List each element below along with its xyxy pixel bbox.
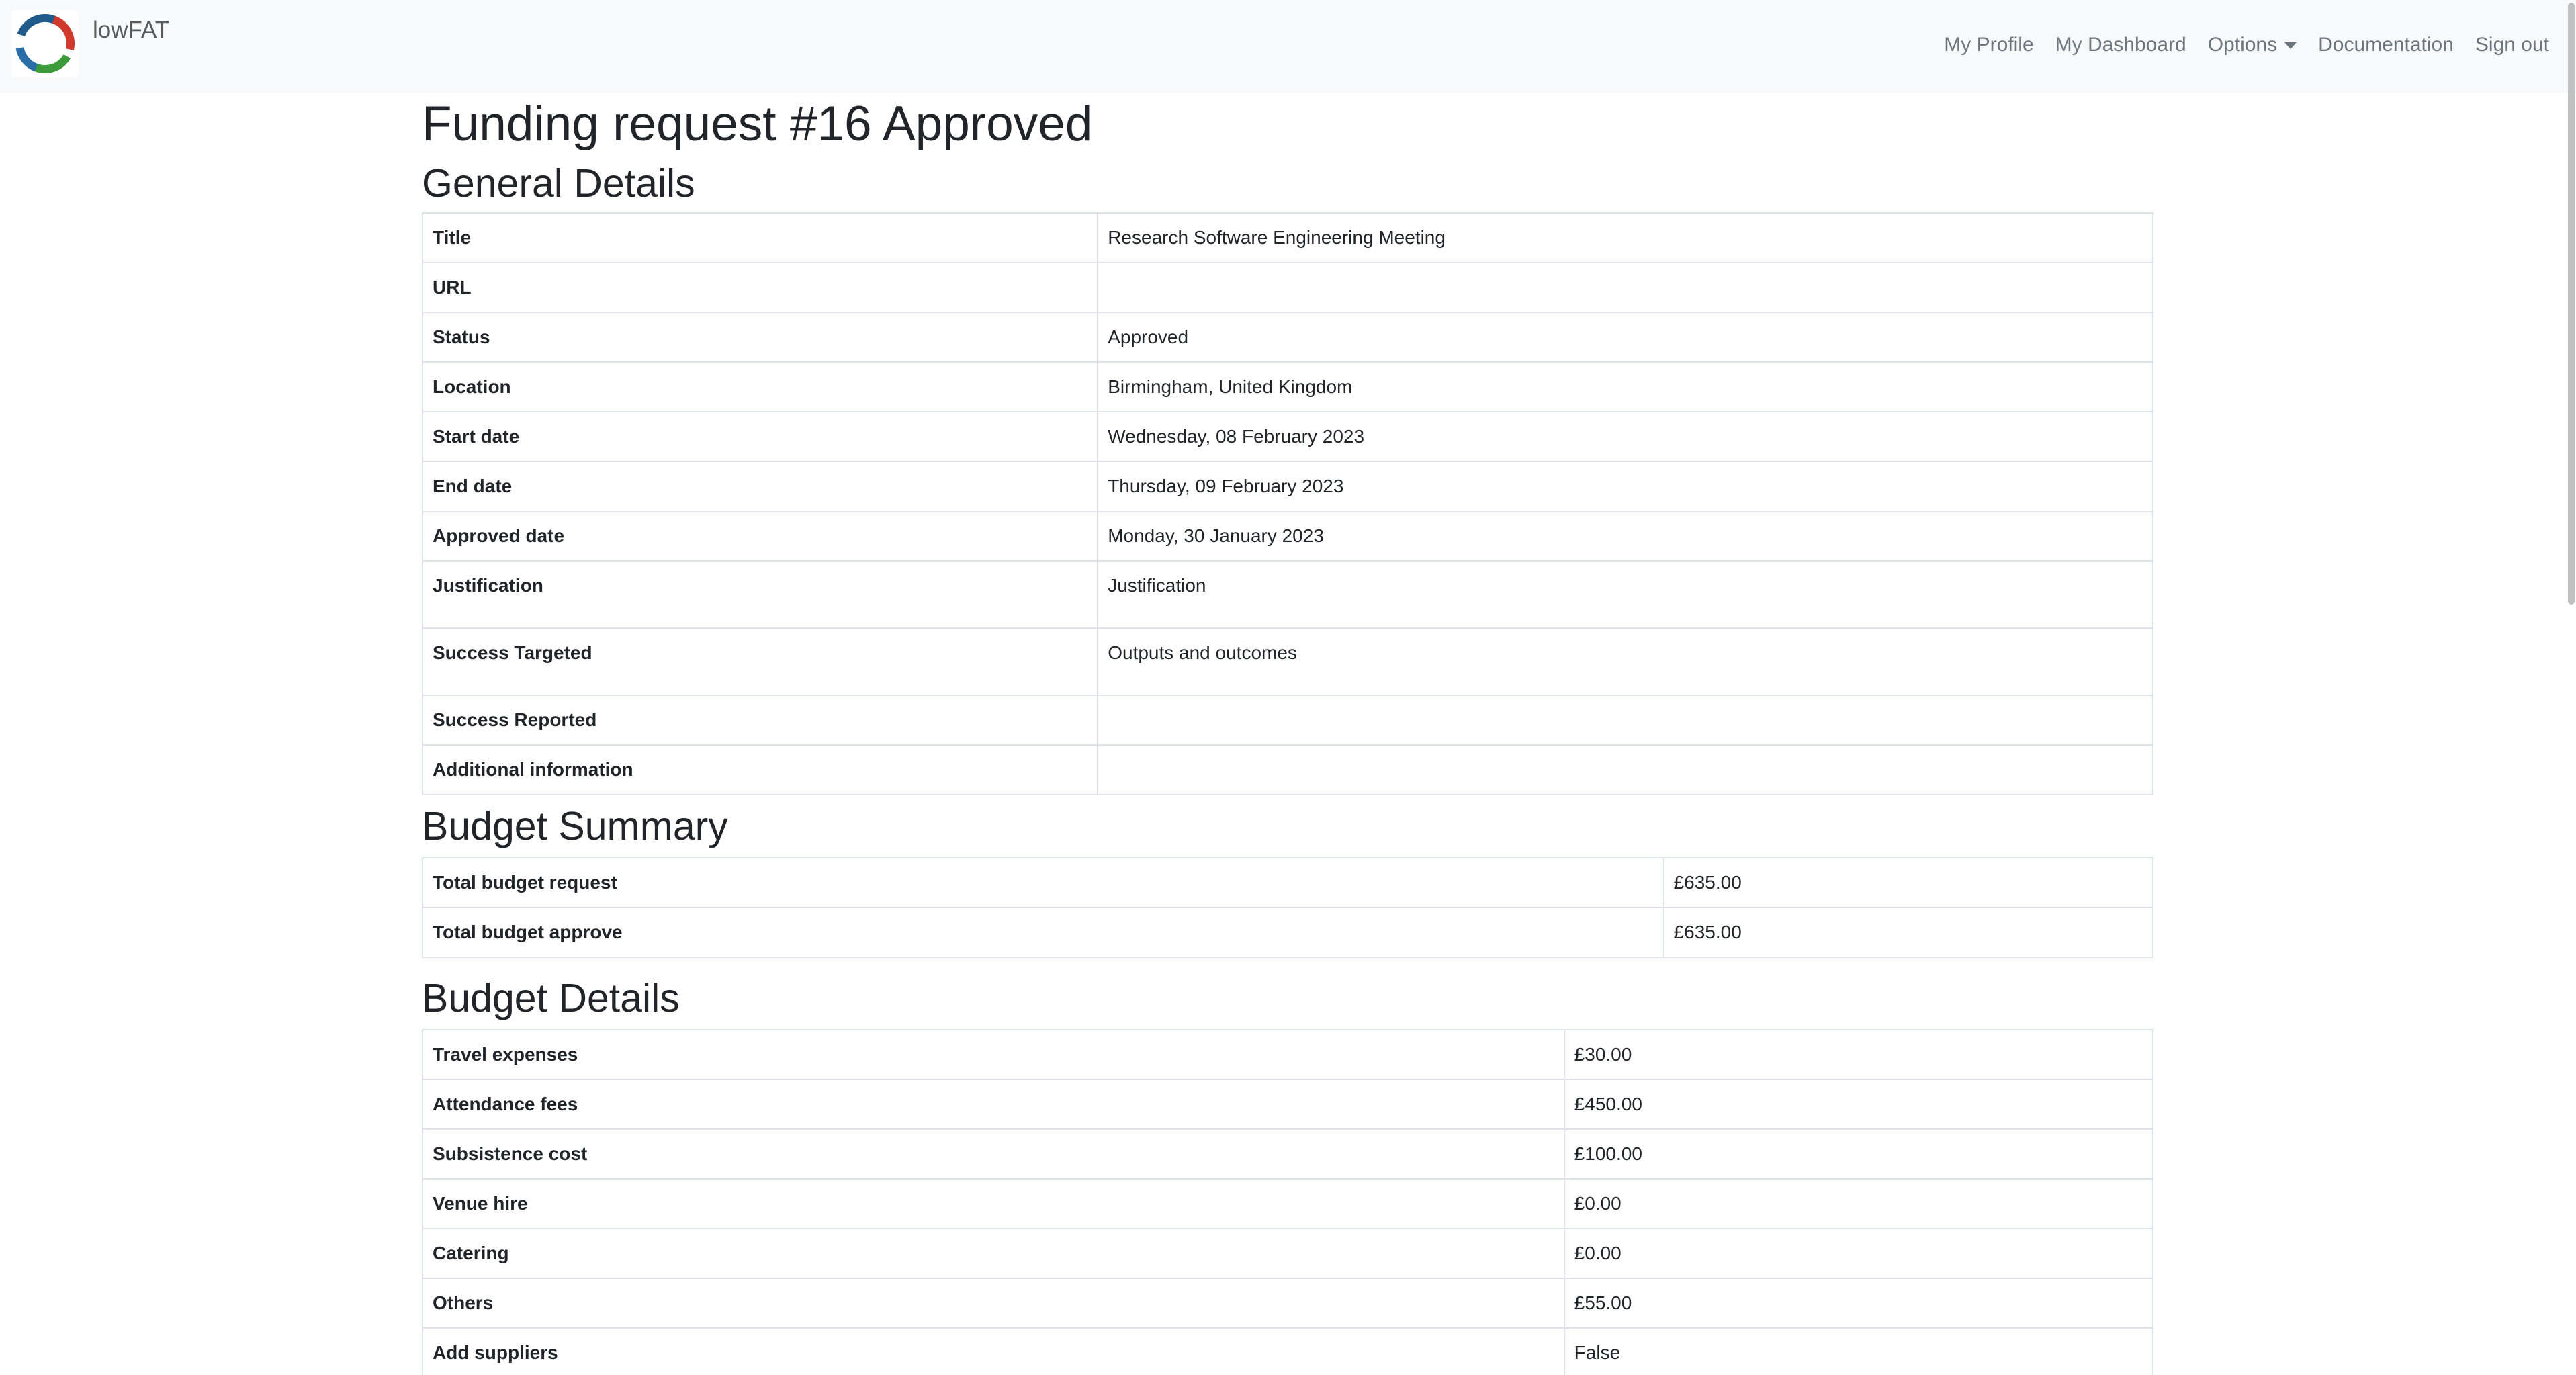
table-row: Start date Wednesday, 08 February 2023 (421, 411, 2153, 462)
lowfat-logo[interactable] (11, 10, 79, 77)
table-row: Attendance fees £450.00 (422, 1079, 2154, 1130)
total-label: Total (433, 872, 476, 893)
row-label: Others (422, 1278, 1565, 1329)
row-label: Approved date (421, 511, 1099, 562)
table-row: Title Research Software Engineering Meeti… (421, 212, 2153, 263)
row-value: Justification (1097, 560, 2153, 629)
table-row: URL (421, 262, 2153, 313)
row-label: Travel expenses (422, 1029, 1565, 1080)
row-label: Subsistence cost (422, 1128, 1565, 1180)
row-value: £0.00 (1563, 1228, 2154, 1279)
brand-name[interactable]: lowFAT (93, 15, 169, 46)
row-value: £55.00 (1563, 1278, 2154, 1329)
table-row: Success Targeted Outputs and outcomes (421, 627, 2153, 696)
budget-details-table: Travel expenses £30.00 Attendance fees £45… (422, 1029, 2154, 1375)
row-label: Justification (421, 560, 1099, 629)
row-label: Catering (422, 1228, 1565, 1279)
row-label: Additional information (421, 744, 1099, 795)
row-value: Wednesday, 08 February 2023 (1097, 411, 2153, 462)
budget-request-label: budget request (476, 872, 617, 893)
row-value: Birmingham, United Kingdom (1097, 361, 2153, 412)
budget-summary-heading: Budget Summary (422, 804, 728, 848)
logo-icon (15, 13, 75, 73)
scrollbar[interactable] (2568, 3, 2575, 605)
table-row: Subsistence cost £100.00 (422, 1128, 2154, 1180)
row-label: Attendance fees (422, 1079, 1565, 1130)
row-value: Monday, 30 January 2023 (1097, 511, 2153, 562)
row-value: Research Software Engineering Meeting (1097, 212, 2153, 263)
nav-options-dropdown[interactable]: Options (2197, 30, 2307, 60)
table-row: Total budget approve £635.00 (422, 907, 2154, 958)
row-value (1097, 262, 2153, 313)
table-row: Status Approved (421, 312, 2153, 363)
table-row: Total budget request £635.00 (422, 857, 2154, 908)
row-label: Total budget request (422, 857, 1664, 908)
general-details-table: Title Research Software Engineering Meeti… (421, 212, 2153, 795)
table-row: Catering £0.00 (422, 1228, 2154, 1279)
table-row: Location Birmingham, United Kingdom (421, 361, 2153, 412)
nav-my-dashboard[interactable]: My Dashboard (2045, 30, 2197, 60)
row-label: Title (421, 212, 1099, 263)
table-row: Justification Justification (421, 560, 2153, 629)
table-row: Others £55.00 (422, 1278, 2154, 1329)
row-value: £0.00 (1563, 1178, 2154, 1229)
chevron-down-icon (2284, 42, 2297, 49)
row-label: End date (421, 461, 1099, 512)
budget-approve-label: budget approve (476, 922, 623, 942)
row-label: Location (421, 361, 1099, 412)
table-row: End date Thursday, 09 February 2023 (421, 461, 2153, 512)
page-title: Funding request #16 Approved (422, 97, 1093, 151)
table-row: Additional information (421, 744, 2153, 795)
row-value: Thursday, 09 February 2023 (1097, 461, 2153, 512)
table-row: Approved date Monday, 30 January 2023 (421, 511, 2153, 562)
budget-summary-table: Total budget request £635.00 Total budge… (422, 857, 2154, 958)
total-label: Total (433, 922, 476, 942)
row-label: Venue hire (422, 1178, 1565, 1229)
row-label: Success Targeted (421, 627, 1099, 696)
row-label: Total budget approve (422, 907, 1664, 958)
nav-my-profile[interactable]: My Profile (1933, 30, 2044, 60)
row-value: False (1563, 1327, 2154, 1375)
row-label: URL (421, 262, 1099, 313)
row-value: £635.00 (1662, 907, 2154, 958)
row-value: £100.00 (1563, 1128, 2154, 1180)
row-label: Add suppliers (422, 1327, 1565, 1375)
navbar: lowFAT My Profile My Dashboard Options D… (0, 0, 2576, 93)
row-value: £450.00 (1563, 1079, 2154, 1130)
row-value: £30.00 (1563, 1029, 2154, 1080)
row-value: Outputs and outcomes (1097, 627, 2153, 696)
row-label: Start date (421, 411, 1099, 462)
table-row: Success Reported (421, 695, 2153, 746)
nav-documentation[interactable]: Documentation (2307, 30, 2464, 60)
general-details-heading: General Details (422, 161, 695, 206)
row-label: Success Reported (421, 695, 1099, 746)
budget-details-heading: Budget Details (422, 976, 680, 1020)
table-row: Travel expenses £30.00 (422, 1029, 2154, 1080)
nav-sign-out[interactable]: Sign out (2464, 30, 2560, 60)
row-value: £635.00 (1662, 857, 2154, 908)
nav-options-label: Options (2207, 34, 2278, 56)
row-value (1097, 744, 2153, 795)
row-label: Status (421, 312, 1099, 363)
table-row: Add suppliers False (422, 1327, 2154, 1375)
table-row: Venue hire £0.00 (422, 1178, 2154, 1229)
row-value (1097, 695, 2153, 746)
nav-links: My Profile My Dashboard Options Document… (1933, 30, 2560, 60)
row-value: Approved (1097, 312, 2153, 363)
